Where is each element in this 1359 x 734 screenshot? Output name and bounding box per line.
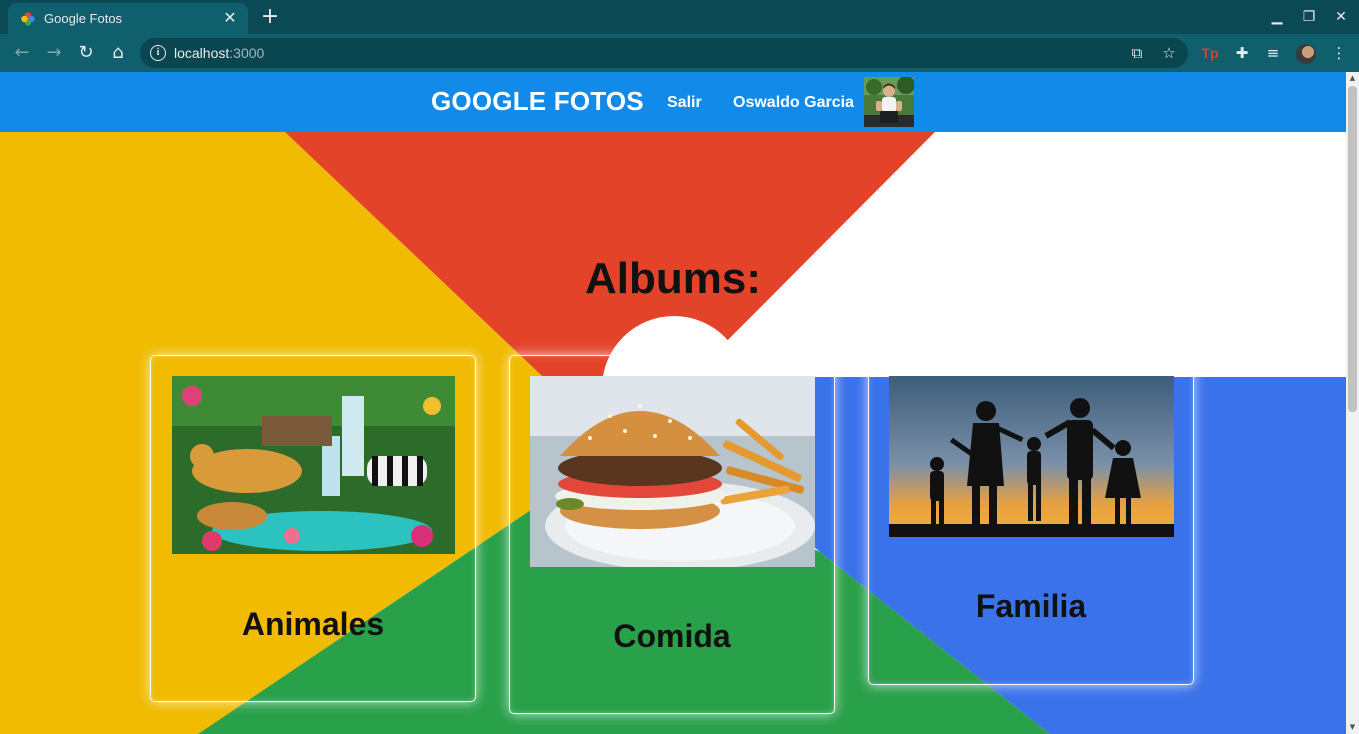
media-queue-icon[interactable]: ≡ [1263, 43, 1283, 63]
profile-avatar[interactable] [1296, 44, 1316, 64]
plus-icon[interactable]: + [258, 6, 282, 30]
home-icon[interactable]: ⌂ [106, 41, 130, 65]
scroll-up-icon[interactable]: ▲ [1348, 74, 1357, 83]
album-card-familia[interactable]: Familia [868, 355, 1194, 685]
browser-tab[interactable]: Google Fotos ✕ [8, 3, 248, 34]
album-title: Comida [613, 618, 731, 654]
album-card-comida[interactable]: Comida [509, 355, 835, 714]
reload-icon[interactable]: ↻ [74, 41, 98, 65]
puzzle-icon[interactable]: ✚ [1232, 43, 1252, 63]
jungle-animals-photo [172, 376, 455, 554]
browser-toolbar: ← → ↻ ⌂ i localhost:3000 ⧉ ☆ Tp ✚ ≡ ⋮ [0, 34, 1359, 72]
google-photos-favicon [21, 12, 35, 26]
minimize-icon[interactable]: ▁ [1265, 6, 1289, 28]
tp-extension-icon[interactable]: Tp [1200, 43, 1220, 63]
back-arrow-icon[interactable]: ← [10, 41, 34, 65]
url-text: localhost:3000 [174, 45, 265, 61]
translate-icon[interactable]: ⧉ [1127, 43, 1147, 63]
family-silhouette-photo [889, 376, 1174, 537]
browser-tabstrip: Google Fotos ✕ + ▁ ❐ ✕ [0, 0, 1359, 34]
user-name: Oswaldo Garcia [733, 94, 854, 111]
address-bar[interactable]: i localhost:3000 ⧉ ☆ [140, 38, 1188, 68]
album-title: Animales [241, 606, 385, 642]
user-avatar [864, 77, 914, 127]
kebab-menu-icon[interactable]: ⋮ [1329, 43, 1349, 63]
logout-link[interactable]: Salir [667, 94, 702, 112]
close-icon[interactable]: ✕ [220, 8, 240, 28]
close-window-icon[interactable]: ✕ [1329, 6, 1353, 28]
album-title: Familia [975, 588, 1087, 624]
scroll-down-icon[interactable]: ▼ [1348, 723, 1357, 732]
albums-heading: Albums: [585, 254, 761, 303]
top-navbar: GOOGLE FOTOS Salir Oswaldo Garcia [0, 72, 1346, 132]
burger-photo [530, 376, 815, 567]
restore-icon[interactable]: ❐ [1297, 6, 1321, 28]
page: GOOGLE FOTOS Salir Oswaldo Garcia Albums… [0, 72, 1346, 734]
forward-arrow-icon[interactable]: → [42, 41, 66, 65]
album-card-animales[interactable]: Animales [150, 355, 476, 702]
tab-title: Google Fotos [44, 11, 123, 26]
info-icon[interactable]: i [150, 45, 166, 61]
star-icon[interactable]: ☆ [1159, 43, 1179, 63]
page-scrollbar[interactable]: ▲ ▼ [1346, 72, 1359, 734]
brand-title[interactable]: GOOGLE FOTOS [431, 86, 644, 117]
scroll-thumb[interactable] [1348, 86, 1357, 412]
